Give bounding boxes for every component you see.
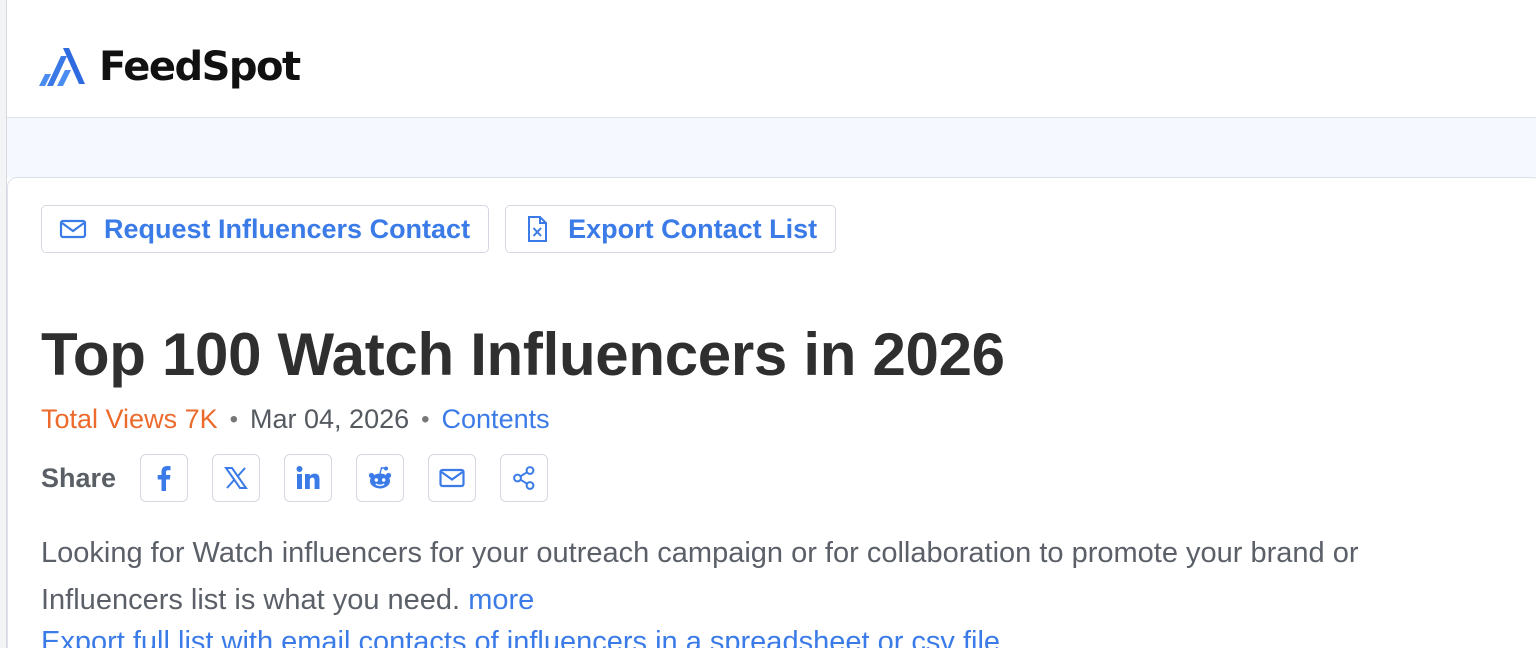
share-label: Share — [41, 462, 117, 493]
facebook-icon — [157, 466, 171, 491]
article-card: Request Influencers Contact Export Conta… — [7, 177, 1536, 648]
feedspot-logo[interactable]: FeedSpot — [37, 44, 301, 90]
request-influencers-contact-button[interactable]: Request Influencers Contact — [41, 205, 490, 253]
contents-link[interactable]: Contents — [442, 404, 550, 435]
description: Looking for Watch influencers for your o… — [41, 530, 1536, 624]
export-contact-label: Export Contact List — [568, 213, 818, 244]
share-link-button[interactable] — [500, 454, 549, 502]
share-reddit-button[interactable] — [356, 454, 405, 502]
export-contact-list-button[interactable]: Export Contact List — [505, 205, 837, 253]
share-x-button[interactable] — [212, 454, 261, 502]
description-line-1: Looking for Watch influencers for your o… — [41, 537, 1359, 569]
window-left-edge — [0, 0, 7, 648]
share-linkedin-button[interactable] — [284, 454, 333, 502]
header-band — [7, 118, 1536, 178]
meta-separator: • — [421, 405, 430, 433]
action-buttons: Request Influencers Contact Export Conta… — [41, 205, 837, 253]
publish-date: Mar 04, 2026 — [250, 404, 410, 434]
more-link[interactable]: more — [468, 584, 534, 616]
page-title: Top 100 Watch Influencers in 2026 — [41, 321, 1005, 388]
description-line-2: Influencers list is what you need. more — [41, 577, 1536, 624]
total-views: Total Views 7K — [41, 404, 218, 434]
meta-separator: • — [229, 405, 239, 433]
article-meta: Total Views 7K • Mar 04, 2026 • Contents — [41, 404, 550, 435]
x-twitter-icon — [224, 467, 248, 489]
site-header: FeedSpot — [7, 0, 1536, 118]
reddit-icon — [368, 466, 392, 489]
description-line-2-text: Influencers list is what you need. — [41, 584, 461, 616]
linkedin-icon — [296, 466, 320, 489]
share-email-button[interactable] — [428, 454, 477, 502]
share-facebook-button[interactable] — [140, 454, 189, 502]
excel-file-icon — [528, 216, 548, 242]
feedspot-logo-icon — [39, 48, 85, 86]
share-bar: Share — [41, 454, 572, 502]
email-icon — [439, 468, 465, 488]
brand-name: FeedSpot — [99, 44, 301, 90]
export-full-list-link[interactable]: Export full list with email contacts of … — [41, 626, 1000, 648]
mail-icon — [59, 219, 87, 239]
request-contact-label: Request Influencers Contact — [104, 213, 471, 244]
share-icon — [513, 466, 535, 490]
